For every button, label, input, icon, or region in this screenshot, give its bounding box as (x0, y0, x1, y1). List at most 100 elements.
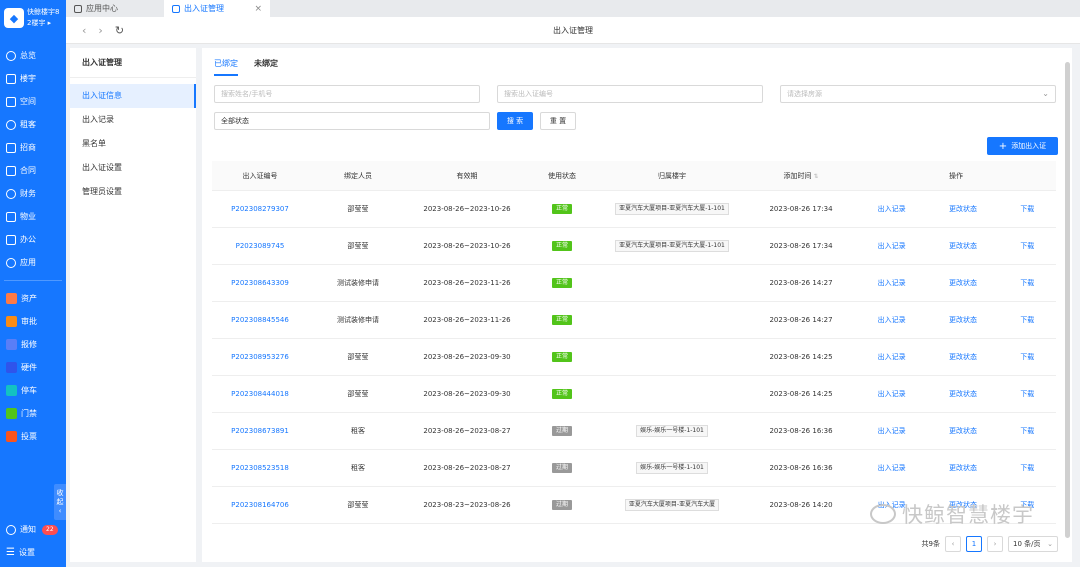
time-cell: 2023-08-26 17:34 (769, 242, 833, 250)
status-badge: 过期 (551, 500, 572, 510)
pass-code-link[interactable]: P202308953276 (231, 353, 289, 361)
sidebar-item-label: 办公 (20, 235, 36, 244)
sidebar-app-label: 门禁 (21, 409, 37, 418)
submenu-item-1[interactable]: 出入记录 (70, 108, 196, 132)
download-link[interactable]: 下载 (1020, 352, 1034, 362)
sidebar-app-0[interactable]: 资产 (0, 287, 66, 310)
pass-code-link[interactable]: P2023089745 (236, 242, 285, 250)
download-link[interactable]: 下载 (1020, 241, 1034, 251)
sidebar-item-9[interactable]: 应用 (0, 251, 66, 274)
building-tag: 娱乐-娱乐一号楼-1-101 (636, 425, 708, 437)
access-record-link[interactable]: 出入记录 (878, 204, 906, 214)
building-switcher[interactable]: 2楼宇 ▸ (27, 18, 59, 29)
sidebar-divider (4, 280, 62, 281)
sidebar-app-6[interactable]: 投票 (0, 425, 66, 448)
download-link[interactable]: 下载 (1020, 463, 1034, 473)
search-code-input[interactable]: 搜索出入证编号 (497, 85, 763, 103)
access-record-link[interactable]: 出入记录 (878, 463, 906, 473)
sidebar-item-7[interactable]: 物业 (0, 205, 66, 228)
prev-page-button[interactable]: ‹ (945, 536, 961, 552)
sidebar-app-4[interactable]: 停车 (0, 379, 66, 402)
access-record-link[interactable]: 出入记录 (878, 426, 906, 436)
change-status-link[interactable]: 更改状态 (949, 426, 977, 436)
sidebar-item-6[interactable]: 财务 (0, 182, 66, 205)
pass-code-link[interactable]: P202308279307 (231, 205, 289, 213)
sidebar-app-1[interactable]: 审批 (0, 310, 66, 333)
change-status-link[interactable]: 更改状态 (949, 389, 977, 399)
close-icon[interactable]: × (254, 4, 262, 14)
tab-app-center[interactable]: 应用中心 (66, 0, 164, 17)
download-link[interactable]: 下载 (1020, 315, 1034, 325)
sidebar-item-4[interactable]: 招商 (0, 136, 66, 159)
change-status-link[interactable]: 更改状态 (949, 463, 977, 473)
pass-code-link[interactable]: P202308444018 (231, 390, 289, 398)
submenu-item-3[interactable]: 出入证设置 (70, 156, 196, 180)
tab-bound[interactable]: 已绑定 (214, 58, 238, 76)
person-cell: 租客 (351, 427, 365, 435)
settings-label: 设置 (18, 548, 35, 557)
period-cell: 2023-08-26~2023-09-30 (423, 390, 511, 398)
collapse-label-1: 收 (56, 488, 64, 497)
page-size-select[interactable]: 10 条/页 ⌄ (1008, 536, 1058, 552)
change-status-link[interactable]: 更改状态 (949, 241, 977, 251)
download-link[interactable]: 下载 (1020, 278, 1034, 288)
status-select[interactable]: 全部状态 (214, 112, 490, 130)
page-number[interactable]: 1 (966, 536, 982, 552)
sidebar-app-2[interactable]: 报修 (0, 333, 66, 356)
sidebar-item-label: 物业 (20, 212, 36, 221)
tab-pass-management[interactable]: 出入证管理 × (164, 0, 270, 17)
sidebar-item-8[interactable]: 办公 (0, 228, 66, 251)
scrollbar[interactable] (1065, 62, 1070, 538)
sidebar-item-notify[interactable]: 通知 22 (0, 518, 66, 541)
change-status-link[interactable]: 更改状态 (949, 315, 977, 325)
col-time[interactable]: 添加时间 ⇅ (746, 171, 856, 181)
search-name-input[interactable]: 搜索姓名/手机号 (214, 85, 480, 103)
change-status-link[interactable]: 更改状态 (949, 278, 977, 288)
sidebar-item-0[interactable]: 总览 (0, 44, 66, 67)
pass-code-link[interactable]: P202308523518 (231, 464, 289, 472)
sidebar-item-2[interactable]: 空间 (0, 90, 66, 113)
change-status-link[interactable]: 更改状态 (949, 204, 977, 214)
collapse-sidebar-button[interactable]: 收 起 ‹ (54, 484, 66, 520)
pass-code-link[interactable]: P202308845546 (231, 316, 289, 324)
sidebar-app-3[interactable]: 硬件 (0, 356, 66, 379)
table-row: P202308523518 租客 2023-08-26~2023-08-27 过… (212, 450, 1056, 487)
search-button[interactable]: 搜 索 (497, 112, 533, 130)
col-building: 归属楼宇 (658, 171, 686, 180)
access-record-link[interactable]: 出入记录 (878, 278, 906, 288)
download-link[interactable]: 下载 (1020, 389, 1034, 399)
access-record-link[interactable]: 出入记录 (878, 389, 906, 399)
period-cell: 2023-08-26~2023-11-26 (423, 316, 511, 324)
pass-code-link[interactable]: P202308673891 (231, 427, 289, 435)
sidebar-item-3[interactable]: 租客 (0, 113, 66, 136)
pass-code-link[interactable]: P202308164706 (231, 501, 289, 509)
brand[interactable]: ◆ 快鲸楼宇8 2楼宇 ▸ (0, 0, 66, 36)
sidebar-item-label: 合同 (20, 166, 36, 175)
access-record-link[interactable]: 出入记录 (878, 315, 906, 325)
sidebar-item-settings[interactable]: ☰ 设置 (0, 541, 66, 564)
change-status-link[interactable]: 更改状态 (949, 352, 977, 362)
access-record-link[interactable]: 出入记录 (878, 352, 906, 362)
status-badge: 正常 (551, 389, 572, 399)
submenu-item-0[interactable]: 出入证信息 (70, 84, 196, 108)
access-record-link[interactable]: 出入记录 (878, 241, 906, 251)
person-cell: 邵莹莹 (347, 242, 369, 250)
pass-code-link[interactable]: P202308643309 (231, 279, 289, 287)
tab-unbound[interactable]: 未绑定 (254, 58, 278, 76)
period-cell: 2023-08-26~2023-09-30 (423, 353, 511, 361)
sidebar-app-5[interactable]: 门禁 (0, 402, 66, 425)
room-select[interactable]: 请选择房源 ⌄ (780, 85, 1056, 103)
space-icon (6, 96, 16, 107)
download-link[interactable]: 下载 (1020, 426, 1034, 436)
add-pass-button[interactable]: + 添加出入证 (987, 137, 1058, 155)
reset-button[interactable]: 重 置 (540, 112, 576, 130)
add-pass-label: 添加出入证 (1011, 142, 1047, 150)
table-row: P202308845546 测试装修申请 2023-08-26~2023-11-… (212, 302, 1056, 339)
sidebar-item-5[interactable]: 合同 (0, 159, 66, 182)
submenu-item-2[interactable]: 黑名单 (70, 132, 196, 156)
submenu-item-4[interactable]: 管理员设置 (70, 180, 196, 204)
download-link[interactable]: 下载 (1020, 204, 1034, 214)
next-page-button[interactable]: › (987, 536, 1003, 552)
sidebar-item-1[interactable]: 楼宇 (0, 67, 66, 90)
sidebar-app-label: 审批 (21, 317, 37, 326)
